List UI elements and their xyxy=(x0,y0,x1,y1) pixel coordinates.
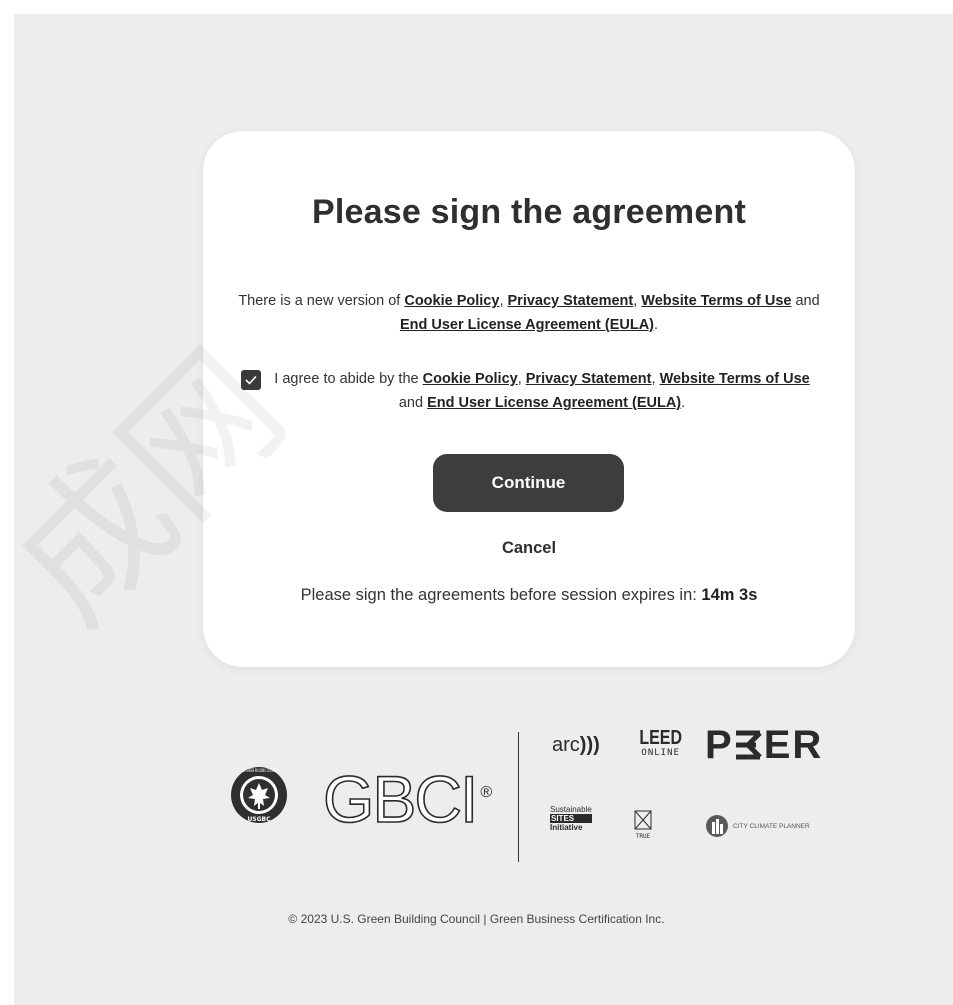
footer-copyright: © 2023 U.S. Green Building Council | Gre… xyxy=(288,912,665,926)
usgbc-ring-text: U.S. GREEN BUILDING COUNCIL xyxy=(241,768,277,773)
true-icon xyxy=(634,810,652,830)
new-version-notice: There is a new version of Cookie Policy,… xyxy=(238,293,820,333)
city-climate-planner-logo: CITY CLIMATE PLANNER xyxy=(705,814,810,838)
agree-checkbox[interactable] xyxy=(241,370,261,390)
signal-icon: ))) xyxy=(579,734,600,756)
agree-text: I agree to abide by the Cookie Policy, P… xyxy=(274,371,810,411)
true-logo: TRUE xyxy=(634,810,652,840)
agreement-dialog: Please sign the agreement There is a new… xyxy=(203,131,855,667)
sites-logo: Sustainable SITES Initiative xyxy=(550,805,592,832)
cookie-policy-link[interactable]: Cookie Policy xyxy=(404,293,499,309)
session-timer: Please sign the agreements before sessio… xyxy=(300,586,758,604)
city-icon xyxy=(706,815,728,837)
logo-divider xyxy=(518,732,519,862)
agreement-row: I agree to abide by the Cookie Policy, P… xyxy=(241,367,815,415)
leed-online-logo: LEED ONLINE xyxy=(639,727,683,758)
eula-link[interactable]: End User License Agreement (EULA) xyxy=(400,317,654,333)
agree-website-terms-link[interactable]: Website Terms of Use xyxy=(660,371,810,387)
usgbc-text: USGBC xyxy=(247,816,271,823)
cancel-link[interactable]: Cancel xyxy=(203,539,855,558)
usgbc-logo: U.S. GREEN BUILDING COUNCIL USGBC xyxy=(231,767,287,823)
partner-logos: U.S. GREEN BUILDING COUNCIL USGBC GBCI ® … xyxy=(0,720,953,870)
peer-e-icon xyxy=(734,725,764,760)
privacy-statement-link[interactable]: Privacy Statement xyxy=(508,293,634,309)
session-countdown: 14m 3s xyxy=(701,586,758,604)
dialog-title: Please sign the agreement xyxy=(312,193,746,231)
checkmark-icon xyxy=(245,375,257,385)
gbci-logo: GBCI ® xyxy=(322,762,492,836)
website-terms-link[interactable]: Website Terms of Use xyxy=(641,293,791,309)
agree-cookie-policy-link[interactable]: Cookie Policy xyxy=(423,371,518,387)
continue-button[interactable]: Continue xyxy=(433,454,624,512)
agree-privacy-statement-link[interactable]: Privacy Statement xyxy=(526,371,652,387)
arc-logo: arc))) xyxy=(552,734,600,756)
agree-eula-link[interactable]: End User License Agreement (EULA) xyxy=(427,395,681,411)
peer-logo: P ER xyxy=(705,723,824,767)
